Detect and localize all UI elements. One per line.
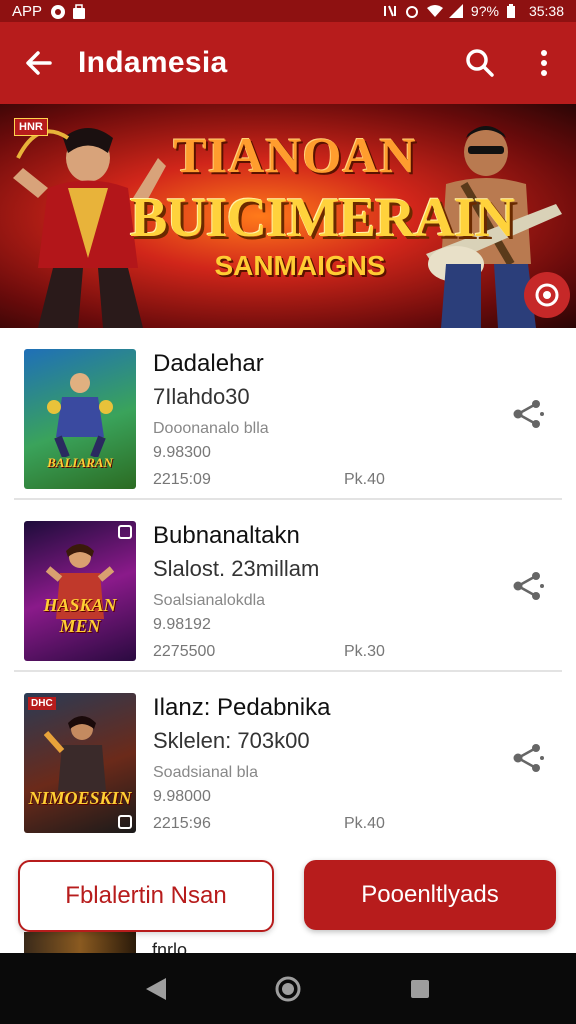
banner-title-line-3: SANMAIGNS — [214, 250, 386, 281]
nav-recents-button[interactable] — [400, 969, 440, 1009]
more-options-button[interactable] — [512, 22, 576, 104]
battery-percent: 9?% — [470, 3, 499, 19]
banner-title-line-2: BUICIMERAIN — [130, 187, 515, 249]
thumbnail-label: HASKAN MEN — [43, 595, 117, 636]
nfc-icon — [383, 4, 397, 18]
square-recents-icon — [411, 979, 429, 998]
search-button[interactable] — [448, 22, 512, 104]
thumbnail-corner-icon — [118, 525, 132, 539]
nav-back-button[interactable] — [136, 969, 176, 1009]
item-thumbnail: DHC NIMOESKIN — [24, 693, 136, 833]
item-title: Dadalehar — [153, 350, 264, 377]
status-bar: APP 9?% 35:38 — [0, 0, 576, 22]
game-list: BALIARAN Dadalehar 7Ilahdo30 Dooonanalo … — [0, 328, 576, 844]
more-vertical-icon — [541, 50, 547, 76]
battery-icon — [506, 4, 521, 18]
thumbnail-label: NIMOESKIN — [28, 788, 132, 808]
item-price: Pk.40 — [344, 815, 385, 832]
item-date: 2275500 — [153, 643, 216, 660]
action-bar: Fblalertin Nsan Pooenltlyads — [0, 860, 576, 932]
share-icon — [513, 572, 544, 600]
item-meta: Soadsianal bla — [153, 764, 258, 781]
status-time: 35:38 — [528, 3, 564, 19]
item-title: Ilanz: Pedabnika — [153, 694, 331, 721]
item-thumbnail: HASKAN MEN — [24, 521, 136, 661]
thumbnail-badge: DHC — [28, 697, 56, 710]
item-meta: Dooonanalo blla — [153, 420, 269, 437]
share-icon — [513, 400, 544, 428]
status-app-label: APP — [12, 2, 43, 20]
notification-icon — [50, 4, 66, 19]
page-title: Indamesia — [78, 46, 228, 79]
next-item-thumbnail — [24, 932, 136, 954]
promo-banner[interactable]: HNR TIANOAN BUICIMERAIN SANMAIGNS — [0, 104, 576, 328]
thumbnail-label: BALIARAN — [47, 455, 113, 470]
share-icon — [513, 744, 544, 772]
list-item[interactable]: HASKAN MEN Bubnanaltakn Slalost. 23milla… — [14, 500, 562, 672]
signal-icon — [448, 4, 463, 18]
app-bar: Indamesia — [0, 22, 576, 104]
item-subtitle: 7Ilahdo30 — [153, 384, 250, 409]
search-icon — [466, 49, 494, 77]
wifi-icon — [426, 4, 443, 18]
share-button[interactable] — [508, 566, 548, 606]
share-button[interactable] — [508, 394, 548, 434]
record-icon — [535, 283, 559, 307]
list-item[interactable]: BALIARAN Dadalehar 7Ilahdo30 Dooonanalo … — [14, 328, 562, 500]
item-price: Pk.40 — [344, 471, 385, 488]
thumbnail-corner-icon — [118, 815, 132, 829]
item-meta: Soalsianalokdla — [153, 592, 266, 609]
back-button[interactable] — [0, 22, 78, 104]
banner-title-line-1: TIANOAN — [173, 127, 417, 183]
item-price: Pk.30 — [344, 643, 385, 660]
share-button[interactable] — [508, 738, 548, 778]
item-thumbnail: BALIARAN — [24, 349, 136, 489]
item-number: 9.98192 — [153, 616, 211, 633]
banner-badge: HNR — [14, 118, 48, 136]
item-subtitle: Sklelen: 703k00 — [153, 728, 310, 753]
item-number: 9.98000 — [153, 788, 211, 805]
triangle-back-icon — [146, 977, 166, 1000]
item-date: 2215:09 — [153, 471, 211, 488]
primary-action-button[interactable]: Pooenltlyads — [304, 860, 556, 930]
nav-home-button[interactable] — [268, 969, 308, 1009]
arrow-left-icon — [26, 51, 52, 75]
banner-action-button[interactable] — [524, 272, 570, 318]
list-item[interactable]: DHC NIMOESKIN Ilanz: Pedabnika Sklelen: … — [14, 672, 562, 844]
item-subtitle: Slalost. 23millam — [153, 556, 320, 581]
screen: APP 9?% 35:38 Indamesia HNR TIANOAN BUIC… — [0, 0, 576, 1024]
item-title: Bubnanaltakn — [153, 522, 300, 549]
secondary-action-button[interactable]: Fblalertin Nsan — [18, 860, 274, 932]
bag-icon — [72, 4, 86, 19]
item-date: 2215:96 — [153, 815, 211, 832]
item-number: 9.98300 — [153, 444, 211, 461]
alarm-icon — [405, 4, 419, 18]
system-nav-bar — [0, 953, 576, 1024]
circle-home-icon — [275, 976, 301, 1001]
